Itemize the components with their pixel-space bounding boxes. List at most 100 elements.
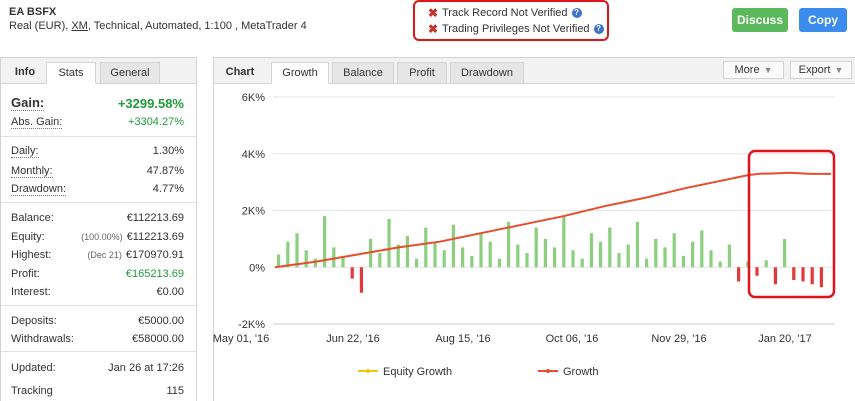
gain-value: +3299.58% [117,95,184,111]
x-tick-label: May 01, '16 [213,333,269,345]
positive-bar [580,258,584,268]
positive-bar [617,253,621,268]
abs-gain-label: Abs. Gain: [11,115,63,129]
x-icon: ✖ [428,5,439,20]
export-label: Export [798,64,831,76]
negative-bar [773,267,778,285]
positive-bar [415,258,419,268]
legend-equity-marker [366,369,370,373]
broker-link[interactable]: XM [71,20,88,32]
updated-row: Updated: Jan 26 at 17:26 [11,361,184,375]
account-type: Real (EUR), [9,20,72,32]
chevron-down-icon: ▼ [834,65,844,75]
account-details: , Technical, Automated, 1:100 , MetaTrad… [87,20,307,32]
drawdown-row: Drawdown: 4.77% [11,182,184,196]
gain-label: Gain: [11,95,45,111]
positive-bar [645,258,649,268]
tracking-value: 115 [166,385,184,397]
updated-label: Updated: [11,362,56,374]
positive-bar [497,258,502,268]
negative-bar [359,267,364,293]
help-icon[interactable]: ? [593,23,604,34]
y-tick-label: 4K% [242,149,265,161]
highest-date: (Dec 21) [87,250,122,260]
more-label: More [734,64,760,76]
deposits-value: €5000.00 [138,315,184,327]
chart-tabs: Chart Growth Balance Profit Drawdown Mor… [214,58,855,84]
positive-bar [599,241,603,268]
drawdown-value: 4.77% [152,183,184,195]
more-dropdown[interactable]: More ▼ [723,61,784,79]
divider [1,305,196,306]
y-tick-label: 2K% [242,206,265,218]
tab-stats[interactable]: Stats [46,62,96,84]
divider [1,136,196,137]
tab-profit[interactable]: Profit [397,62,447,84]
daily-value: 1.30% [152,145,184,157]
negative-bar [755,267,759,276]
help-icon[interactable]: ? [571,7,582,18]
x-tick-label: Aug 15, '16 [435,333,490,345]
tab-general[interactable]: General [100,62,160,84]
positive-bar [709,250,713,268]
negative-bar [819,267,824,288]
growth-chart: 6K% 4K% 2K% 0% -2K% May 01, '16 Jun 22, '16 Aug… [213,92,836,378]
positive-bar [332,247,336,268]
negative-bar [350,267,354,279]
interest-row: Interest: €0.00 [11,285,184,299]
positive-bar [681,255,686,268]
equity-label: Equity: [11,231,45,243]
gain-row: Gain: +3299.58% [11,95,184,111]
withdrawals-value: €58000.00 [132,333,184,345]
stats-tabs: Info Stats General [1,58,196,84]
positive-bar [608,227,612,268]
positive-bar [525,253,529,268]
highest-value: €170970.91 [125,249,184,261]
export-dropdown[interactable]: Export ▼ [790,61,852,79]
y-tick-label: 0% [249,262,265,274]
positive-bar [295,233,299,268]
tab-balance[interactable]: Balance [332,62,394,84]
positive-bar [727,244,732,268]
tracking-row: Tracking 115 [11,384,184,398]
monthly-row: Monthly: 47.87% [11,164,184,178]
tab-growth[interactable]: Growth [271,62,329,84]
profit-value: €165213.69 [125,268,184,280]
stats-panel: Info Stats General Gain: +3299.58% Abs. … [0,57,197,401]
balance-label: Balance: [11,212,54,224]
x-tick-label: Nov 29, '16 [651,333,706,345]
monthly-label: Monthly: [11,164,53,178]
legend-equity-label: Equity Growth [383,366,452,378]
highest-row: Highest: (Dec 21) €170970.91 [11,248,184,262]
positive-bar [442,250,446,268]
abs-gain-row: Abs. Gain: +3304.27% [11,115,184,129]
updated-value: Jan 26 at 17:26 [108,362,184,374]
tab-info[interactable]: Info [5,62,45,84]
positive-bar [286,241,290,268]
y-tick-label: 6K% [242,92,265,104]
positive-bar [470,255,474,268]
positive-bar [783,238,787,268]
positive-bar [562,216,566,268]
equity-percent: (100.00%) [81,232,123,242]
positive-bar [764,260,768,268]
withdrawals-label: Withdrawals: [11,333,74,345]
discuss-button[interactable]: Discuss [732,8,788,32]
y-tick-label: -2K% [238,319,265,331]
positive-bar [589,233,594,268]
track-record-label: Track Record Not Verified [442,6,568,19]
x-tick-label: Jan 20, '17 [758,333,811,345]
track-record-status: ✖ Track Record Not Verified ? [428,6,582,19]
positive-bar [277,254,281,268]
positive-bar [571,250,575,268]
divider [1,202,196,203]
positive-bar [718,261,722,268]
negative-bar [810,267,814,285]
positive-bar [405,236,410,268]
positive-bar [516,244,520,268]
account-subtitle: Real (EUR), XM, Technical, Automated, 1:… [9,20,307,32]
interest-value: €0.00 [156,286,184,298]
copy-button[interactable]: Copy [799,8,847,32]
tab-drawdown[interactable]: Drawdown [450,62,524,84]
positive-bar [553,247,557,268]
